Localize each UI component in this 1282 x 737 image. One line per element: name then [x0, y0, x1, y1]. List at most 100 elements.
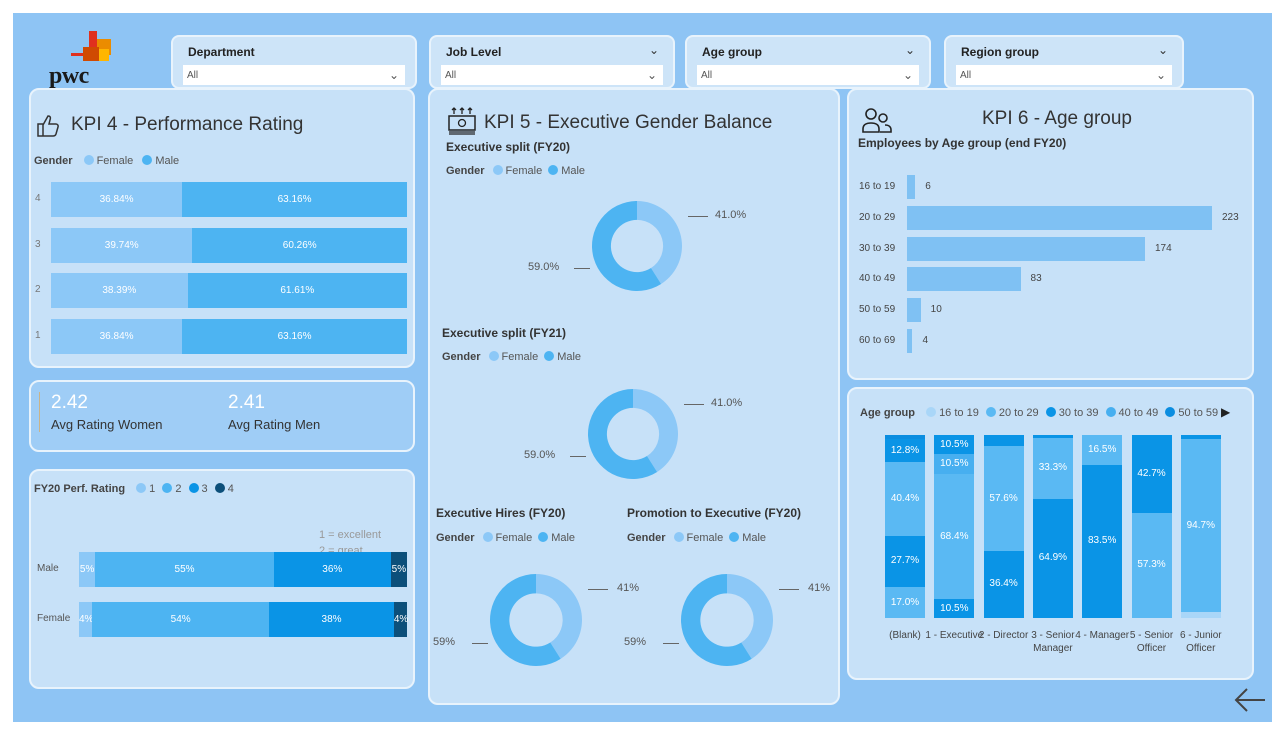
bar-segment-rating-1[interactable]: 5% [79, 552, 96, 587]
legend-female: Female [495, 532, 533, 544]
stacked-column[interactable]: 83.5% 16.5% [1082, 435, 1123, 618]
bar-segment-rating-3[interactable]: 38% [269, 602, 394, 637]
hbar-row[interactable]: 5% 55% 36% 5% [79, 552, 407, 587]
bar-segment-female[interactable]: 36.84% [51, 318, 183, 354]
column-segment[interactable]: 83.5% [1082, 465, 1123, 618]
age-bar[interactable] [907, 236, 1145, 261]
fy20-legend: FY20 Perf. Rating 1 2 3 4 [34, 483, 234, 495]
column-segment[interactable]: 57.6% [983, 445, 1024, 552]
column-segment[interactable]: 16.5% [1082, 435, 1123, 466]
chevron-down-icon[interactable]: ⌄ [389, 64, 399, 86]
column-segment[interactable]: 17.0% [885, 586, 925, 618]
slicer-age-group-select[interactable]: All ⌄ [697, 65, 919, 85]
avg-rating-panel: 2.42 Avg Rating Women 2.41 Avg Rating Me… [29, 380, 415, 452]
hbar-row[interactable]: 4% 54% 38% 4% [79, 602, 408, 637]
hbar-row[interactable]: 36.84% 63.16% [51, 182, 407, 217]
back-arrow-icon[interactable] [1233, 686, 1267, 714]
legend-title: FY20 Perf. Rating [34, 483, 126, 495]
column-segment[interactable]: 42.7% [1131, 435, 1172, 514]
slicer-region-group[interactable]: Region group ⌄ All ⌄ [944, 35, 1184, 89]
slicer-department[interactable]: Department All ⌄ [171, 35, 417, 89]
age-bar[interactable] [907, 267, 1021, 292]
users-icon [862, 108, 892, 133]
age-bar-label: 30 to 39 [859, 242, 896, 254]
hbar-row[interactable]: 38.39% 61.61% [51, 273, 407, 308]
hbar-row[interactable]: 39.74% 60.26% [51, 227, 407, 263]
age-by-level-panel: Age group 16 to 19 20 to 29 30 to 39 40 … [847, 387, 1254, 680]
bar-segment-rating-4[interactable]: 4% [393, 602, 408, 637]
slicer-age-group[interactable]: Age group ⌄ All ⌄ [685, 35, 931, 89]
column-segment[interactable]: 27.7% [885, 536, 925, 587]
column-segment[interactable]: 12.8% [885, 438, 925, 463]
donut-chart[interactable] [480, 564, 592, 676]
slicer-region-group-select[interactable]: All ⌄ [956, 65, 1172, 85]
legend-dot-male [729, 532, 740, 542]
stacked-column[interactable]: 36.4% 57.6% [983, 435, 1024, 618]
stacked-column[interactable]: 10.5% 68.4% 10.5% 10.5% [934, 435, 975, 618]
bar-segment-male[interactable]: 63.16% [182, 318, 407, 354]
column-segment[interactable] [983, 435, 1024, 446]
column-segment[interactable] [1032, 435, 1073, 439]
age-bar-label: 40 to 49 [859, 273, 896, 285]
legend-title: Gender [442, 351, 481, 363]
column-segment[interactable]: 10.5% [934, 454, 975, 474]
bar-segment-rating-4[interactable]: 5% [390, 552, 407, 587]
age-bar[interactable] [907, 175, 916, 199]
age-bar[interactable] [907, 329, 913, 353]
column-segment[interactable] [885, 435, 925, 439]
legend-next-arrow-icon[interactable]: ▶ [1221, 405, 1230, 419]
leader-line [574, 268, 590, 269]
column-segment[interactable]: 33.3% [1032, 438, 1073, 500]
stacked-column[interactable]: 17.0% 27.7% 40.4% 12.8% [885, 435, 925, 618]
slicer-job-level[interactable]: Job Level ⌄ All ⌄ [429, 35, 675, 89]
bar-segment-rating-1[interactable]: 4% [79, 602, 93, 637]
donut-chart[interactable] [671, 564, 783, 676]
chevron-down-icon[interactable]: ⌄ [905, 43, 915, 57]
legend-male: Male [557, 351, 582, 363]
column-segment[interactable]: 94.7% [1180, 438, 1221, 613]
column-segment[interactable]: 64.9% [1032, 499, 1073, 618]
donut-chart[interactable] [578, 379, 688, 489]
chevron-down-icon[interactable]: ⌄ [1156, 64, 1166, 86]
column-segment[interactable] [1180, 612, 1221, 618]
age-bar[interactable] [907, 298, 921, 323]
hbar-row[interactable]: 36.84% 63.16% [51, 318, 407, 354]
age-bar[interactable] [907, 205, 1212, 230]
bar-segment-male[interactable]: 60.26% [192, 227, 407, 263]
chevron-down-icon[interactable]: ⌄ [649, 43, 659, 57]
bar-segment-rating-2[interactable]: 55% [95, 552, 274, 587]
bar-segment-female[interactable]: 36.84% [51, 182, 183, 217]
legend-dot-1 [136, 483, 147, 493]
legend-male: Male [155, 155, 180, 167]
bar-segment-rating-2[interactable]: 54% [92, 602, 270, 637]
column-segment[interactable]: 10.5% [934, 435, 975, 455]
chevron-down-icon[interactable]: ⌄ [903, 64, 913, 86]
bar-category-label: Male [37, 563, 59, 574]
column-segment[interactable]: 10.5% [934, 598, 975, 618]
stacked-column[interactable]: 64.9% 33.3% [1032, 435, 1073, 618]
bar-segment-female[interactable]: 38.39% [51, 273, 188, 308]
stacked-column[interactable]: 94.7% [1180, 435, 1221, 618]
column-segment[interactable] [1180, 435, 1221, 439]
column-segment[interactable]: 40.4% [885, 462, 925, 537]
legend-dot-16-19 [926, 407, 937, 417]
bar-segment-rating-3[interactable]: 36% [273, 552, 391, 587]
leader-line [472, 643, 488, 644]
column-segment[interactable]: 57.3% [1131, 513, 1172, 618]
stacked-column[interactable]: 57.3% 42.7% [1131, 435, 1172, 618]
money-stack-icon [448, 107, 476, 135]
slicer-job-level-select[interactable]: All ⌄ [441, 65, 663, 85]
column-segment[interactable]: 36.4% [983, 551, 1024, 618]
donut-chart[interactable] [582, 191, 692, 301]
column-segment[interactable]: 68.4% [934, 473, 975, 599]
chevron-down-icon[interactable]: ⌄ [1158, 43, 1168, 57]
bar-segment-male[interactable]: 63.16% [182, 182, 407, 217]
chevron-down-icon[interactable]: ⌄ [647, 64, 657, 86]
legend-title: Gender [627, 532, 666, 544]
slicer-department-select[interactable]: All ⌄ [183, 65, 405, 85]
kpi4-legend: Gender Female Male [34, 155, 179, 167]
bar-segment-female[interactable]: 39.74% [51, 227, 193, 263]
slicer-department-value: All [187, 70, 199, 81]
legend-dot-female [482, 532, 493, 542]
bar-segment-male[interactable]: 61.61% [187, 273, 407, 308]
